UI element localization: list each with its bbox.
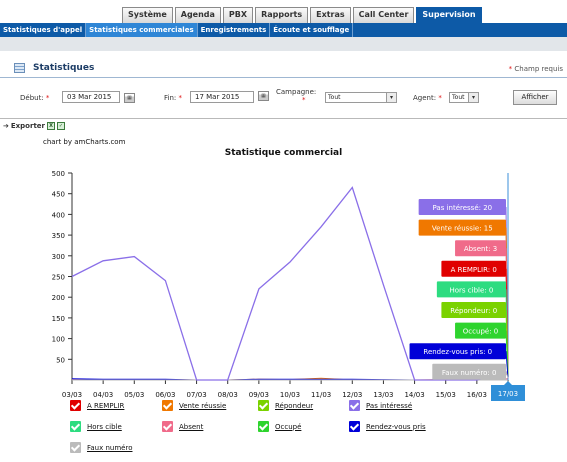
legend-item[interactable]: Faux numéro	[70, 442, 132, 453]
cursor-label: 17/03	[498, 390, 518, 398]
y-tick-label: 450	[52, 191, 65, 199]
legend-item[interactable]: Répondeur	[258, 400, 313, 411]
x-tick-label: 05/03	[124, 391, 144, 399]
x-tick-label: 16/03	[467, 391, 487, 399]
legend-item[interactable]: Vente réussie	[162, 400, 226, 411]
line-chart: 50 100 150 200 250 300 350 400 450 500 03/03 04/03 0…	[52, 170, 525, 401]
app-window: Système Agenda PBX Rapports Extras Call …	[0, 0, 567, 462]
legend-label[interactable]: Hors cible	[87, 423, 122, 431]
y-tick-label: 50	[56, 356, 65, 364]
legend-label[interactable]: A REMPLIR	[87, 402, 124, 410]
legend-label[interactable]: Rendez-vous pris	[366, 423, 426, 431]
x-tick-label: 11/03	[311, 391, 331, 399]
y-tick-label: 500	[52, 170, 65, 178]
x-tick-label: 09/03	[249, 391, 269, 399]
checkbox-icon[interactable]	[70, 400, 81, 411]
checkbox-icon[interactable]	[162, 421, 173, 432]
balloon-text: Absent: 3	[464, 245, 497, 253]
x-tick-label: 03/03	[62, 391, 82, 399]
checkbox-icon[interactable]	[70, 421, 81, 432]
legend-item[interactable]: Occupé	[258, 421, 301, 432]
x-tick-label: 04/03	[93, 391, 113, 399]
checkbox-icon[interactable]	[349, 400, 360, 411]
balloon-text: Hors cible: 0	[450, 286, 494, 294]
checkbox-icon[interactable]	[162, 400, 173, 411]
x-tick-label: 14/03	[404, 391, 424, 399]
legend-item[interactable]: Rendez-vous pris	[349, 421, 426, 432]
legend-item[interactable]: Hors cible	[70, 421, 122, 432]
y-tick-label: 100	[52, 336, 65, 344]
y-tick-label: 150	[52, 315, 65, 323]
legend-label[interactable]: Répondeur	[275, 402, 313, 410]
y-tick-label: 400	[52, 211, 65, 219]
checkbox-icon[interactable]	[258, 400, 269, 411]
x-tick-label: 06/03	[155, 391, 175, 399]
x-tick-label: 15/03	[436, 391, 456, 399]
cursor-label-pointer	[504, 381, 512, 385]
legend-label[interactable]: Faux numéro	[87, 444, 132, 452]
balloon-text: Rendez-vous pris: 0	[423, 348, 492, 356]
y-tick-label: 350	[52, 232, 65, 240]
checkbox-icon[interactable]	[349, 421, 360, 432]
checkbox-icon[interactable]	[70, 442, 81, 453]
balloon-text: Pas intéressé: 20	[433, 204, 493, 212]
balloon-text: Faux numéro: 0	[442, 369, 497, 377]
balloon-text: Occupé: 0	[463, 328, 498, 336]
legend-item[interactable]: Absent	[162, 421, 203, 432]
x-tick-label: 12/03	[342, 391, 362, 399]
x-tick-label: 07/03	[186, 391, 206, 399]
legend-label[interactable]: Pas intéressé	[366, 402, 412, 410]
legend-item[interactable]: Pas intéressé	[349, 400, 412, 411]
legend-label[interactable]: Vente réussie	[179, 402, 226, 410]
x-tick-label: 13/03	[373, 391, 393, 399]
y-tick-label: 300	[52, 253, 65, 261]
y-tick-label: 250	[52, 274, 65, 282]
balloon-text: A REMPLIR: 0	[451, 266, 497, 274]
x-tick-label: 10/03	[280, 391, 300, 399]
legend-label[interactable]: Absent	[179, 423, 203, 431]
x-tick-label: 08/03	[218, 391, 238, 399]
balloon-text: Répondeur: 0	[450, 307, 497, 315]
y-tick-label: 200	[52, 294, 65, 302]
legend-item[interactable]: A REMPLIR	[70, 400, 124, 411]
legend-label[interactable]: Occupé	[275, 423, 301, 431]
checkbox-icon[interactable]	[258, 421, 269, 432]
balloon-text: Vente réussie: 15	[432, 225, 493, 233]
